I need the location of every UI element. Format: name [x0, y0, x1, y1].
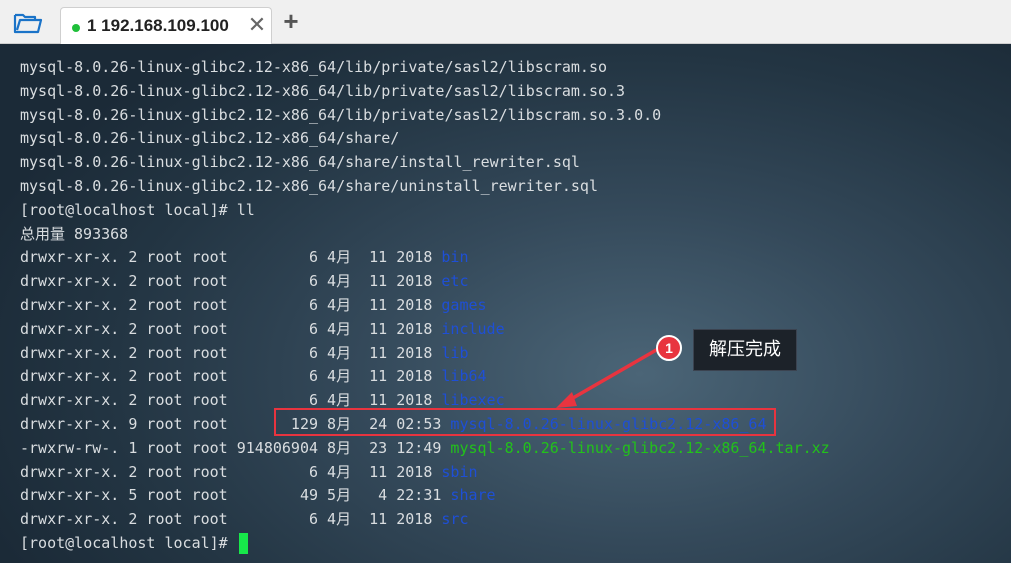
- terminal-line: -rwxrw-rw-. 1 root root 914806904 8月 23 …: [20, 437, 1010, 461]
- highlight-box: [274, 408, 776, 436]
- file-name: share: [450, 486, 496, 505]
- terminal-line: drwxr-xr-x. 2 root root 6 4月 11 2018 inc…: [20, 318, 1010, 342]
- line-text: mysql-8.0.26-linux-glibc2.12-x86_64/shar…: [20, 153, 580, 172]
- terminal-line: [root@localhost local]#: [20, 532, 1010, 556]
- terminal-line: drwxr-xr-x. 2 root root 6 4月 11 2018 lib: [20, 342, 1010, 366]
- line-text: drwxr-xr-x. 2 root root 6 4月 11 2018: [20, 462, 442, 481]
- terminal-line: mysql-8.0.26-linux-glibc2.12-x86_64/shar…: [20, 151, 1010, 175]
- step-badge: 1: [656, 335, 682, 361]
- line-text: -rwxrw-rw-. 1 root root 914806904 8月 23 …: [20, 438, 451, 457]
- file-name: sbin: [441, 462, 478, 481]
- line-text: [root@localhost local]# ll: [20, 200, 255, 219]
- file-name: mysql-8.0.26-linux-glibc2.12-x86_64.tar.…: [450, 438, 830, 457]
- terminal-line: mysql-8.0.26-linux-glibc2.12-x86_64/lib/…: [20, 104, 1010, 128]
- new-tab-button[interactable]: +: [278, 8, 304, 36]
- terminal-output[interactable]: mysql-8.0.26-linux-glibc2.12-x86_64/lib/…: [0, 44, 1011, 563]
- line-text: mysql-8.0.26-linux-glibc2.12-x86_64/lib/…: [20, 105, 662, 124]
- line-text: drwxr-xr-x. 2 root root 6 4月 11 2018: [20, 248, 442, 267]
- line-text: drwxr-xr-x. 2 root root 6 4月 11 2018: [20, 343, 442, 362]
- line-text: drwxr-xr-x. 2 root root 6 4月 11 2018: [20, 319, 442, 338]
- terminal-app-window: 1 192.168.109.100 ✕ + mysql-8.0.26-linux…: [0, 0, 1011, 563]
- terminal-line: mysql-8.0.26-linux-glibc2.12-x86_64/lib/…: [20, 56, 1010, 80]
- terminal-line: drwxr-xr-x. 2 root root 6 4月 11 2018 etc: [20, 270, 1010, 294]
- line-text: drwxr-xr-x. 2 root root 6 4月 11 2018: [20, 391, 442, 410]
- line-text: 总用量 893368: [20, 224, 129, 243]
- file-name: bin: [441, 248, 469, 267]
- line-text: mysql-8.0.26-linux-glibc2.12-x86_64/lib/…: [20, 81, 626, 100]
- terminal-line: mysql-8.0.26-linux-glibc2.12-x86_64/shar…: [20, 127, 1010, 151]
- terminal-line: [root@localhost local]# ll: [20, 199, 1010, 223]
- file-name: lib: [441, 343, 469, 362]
- terminal-line: 总用量 893368: [20, 223, 1010, 247]
- terminal-line: drwxr-xr-x. 5 root root 49 5月 4 22:31 sh…: [20, 484, 1010, 508]
- line-text: mysql-8.0.26-linux-glibc2.12-x86_64/lib/…: [20, 58, 607, 76]
- line-text: mysql-8.0.26-linux-glibc2.12-x86_64/shar…: [20, 176, 598, 195]
- file-name: src: [441, 510, 469, 529]
- terminal-line: drwxr-xr-x. 2 root root 6 4月 11 2018 bin: [20, 246, 1010, 270]
- tab-bar: 1 192.168.109.100 ✕ +: [0, 0, 1011, 44]
- terminal-line: mysql-8.0.26-linux-glibc2.12-x86_64/lib/…: [20, 80, 1010, 104]
- line-text: mysql-8.0.26-linux-glibc2.12-x86_64/shar…: [20, 129, 400, 148]
- folder-open-icon: [13, 13, 43, 34]
- connection-status-dot: [72, 24, 80, 32]
- terminal-lines: mysql-8.0.26-linux-glibc2.12-x86_64/lib/…: [20, 56, 1010, 556]
- line-text: drwxr-xr-x. 2 root root 6 4月 11 2018: [20, 272, 442, 291]
- file-name: etc: [441, 272, 469, 291]
- line-text: [root@localhost local]#: [20, 533, 237, 552]
- folder-open-button[interactable]: [8, 8, 48, 38]
- file-name: lib64: [441, 367, 487, 386]
- line-text: drwxr-xr-x. 2 root root 6 4月 11 2018: [20, 510, 442, 529]
- line-text: drwxr-xr-x. 2 root root 6 4月 11 2018: [20, 367, 442, 386]
- callout-label: 解压完成: [693, 329, 797, 371]
- file-name: games: [441, 295, 487, 314]
- line-text: drwxr-xr-x. 2 root root 6 4月 11 2018: [20, 295, 442, 314]
- tab-close-button[interactable]: ✕: [247, 14, 267, 36]
- terminal-line: drwxr-xr-x. 2 root root 6 4月 11 2018 sbi…: [20, 461, 1010, 485]
- file-name: include: [441, 319, 505, 338]
- line-text: drwxr-xr-x. 5 root root 49 5月 4 22:31: [20, 486, 451, 505]
- terminal-line: drwxr-xr-x. 2 root root 6 4月 11 2018 src: [20, 508, 1010, 532]
- tab-title: 1 192.168.109.100: [87, 16, 229, 35]
- terminal-line: drwxr-xr-x. 2 root root 6 4月 11 2018 lib…: [20, 365, 1010, 389]
- tab-session[interactable]: 1 192.168.109.100 ✕: [60, 7, 272, 44]
- terminal-line: drwxr-xr-x. 2 root root 6 4月 11 2018 gam…: [20, 294, 1010, 318]
- file-name: libexec: [441, 391, 505, 410]
- terminal-cursor: [238, 532, 248, 554]
- terminal-line: mysql-8.0.26-linux-glibc2.12-x86_64/shar…: [20, 175, 1010, 199]
